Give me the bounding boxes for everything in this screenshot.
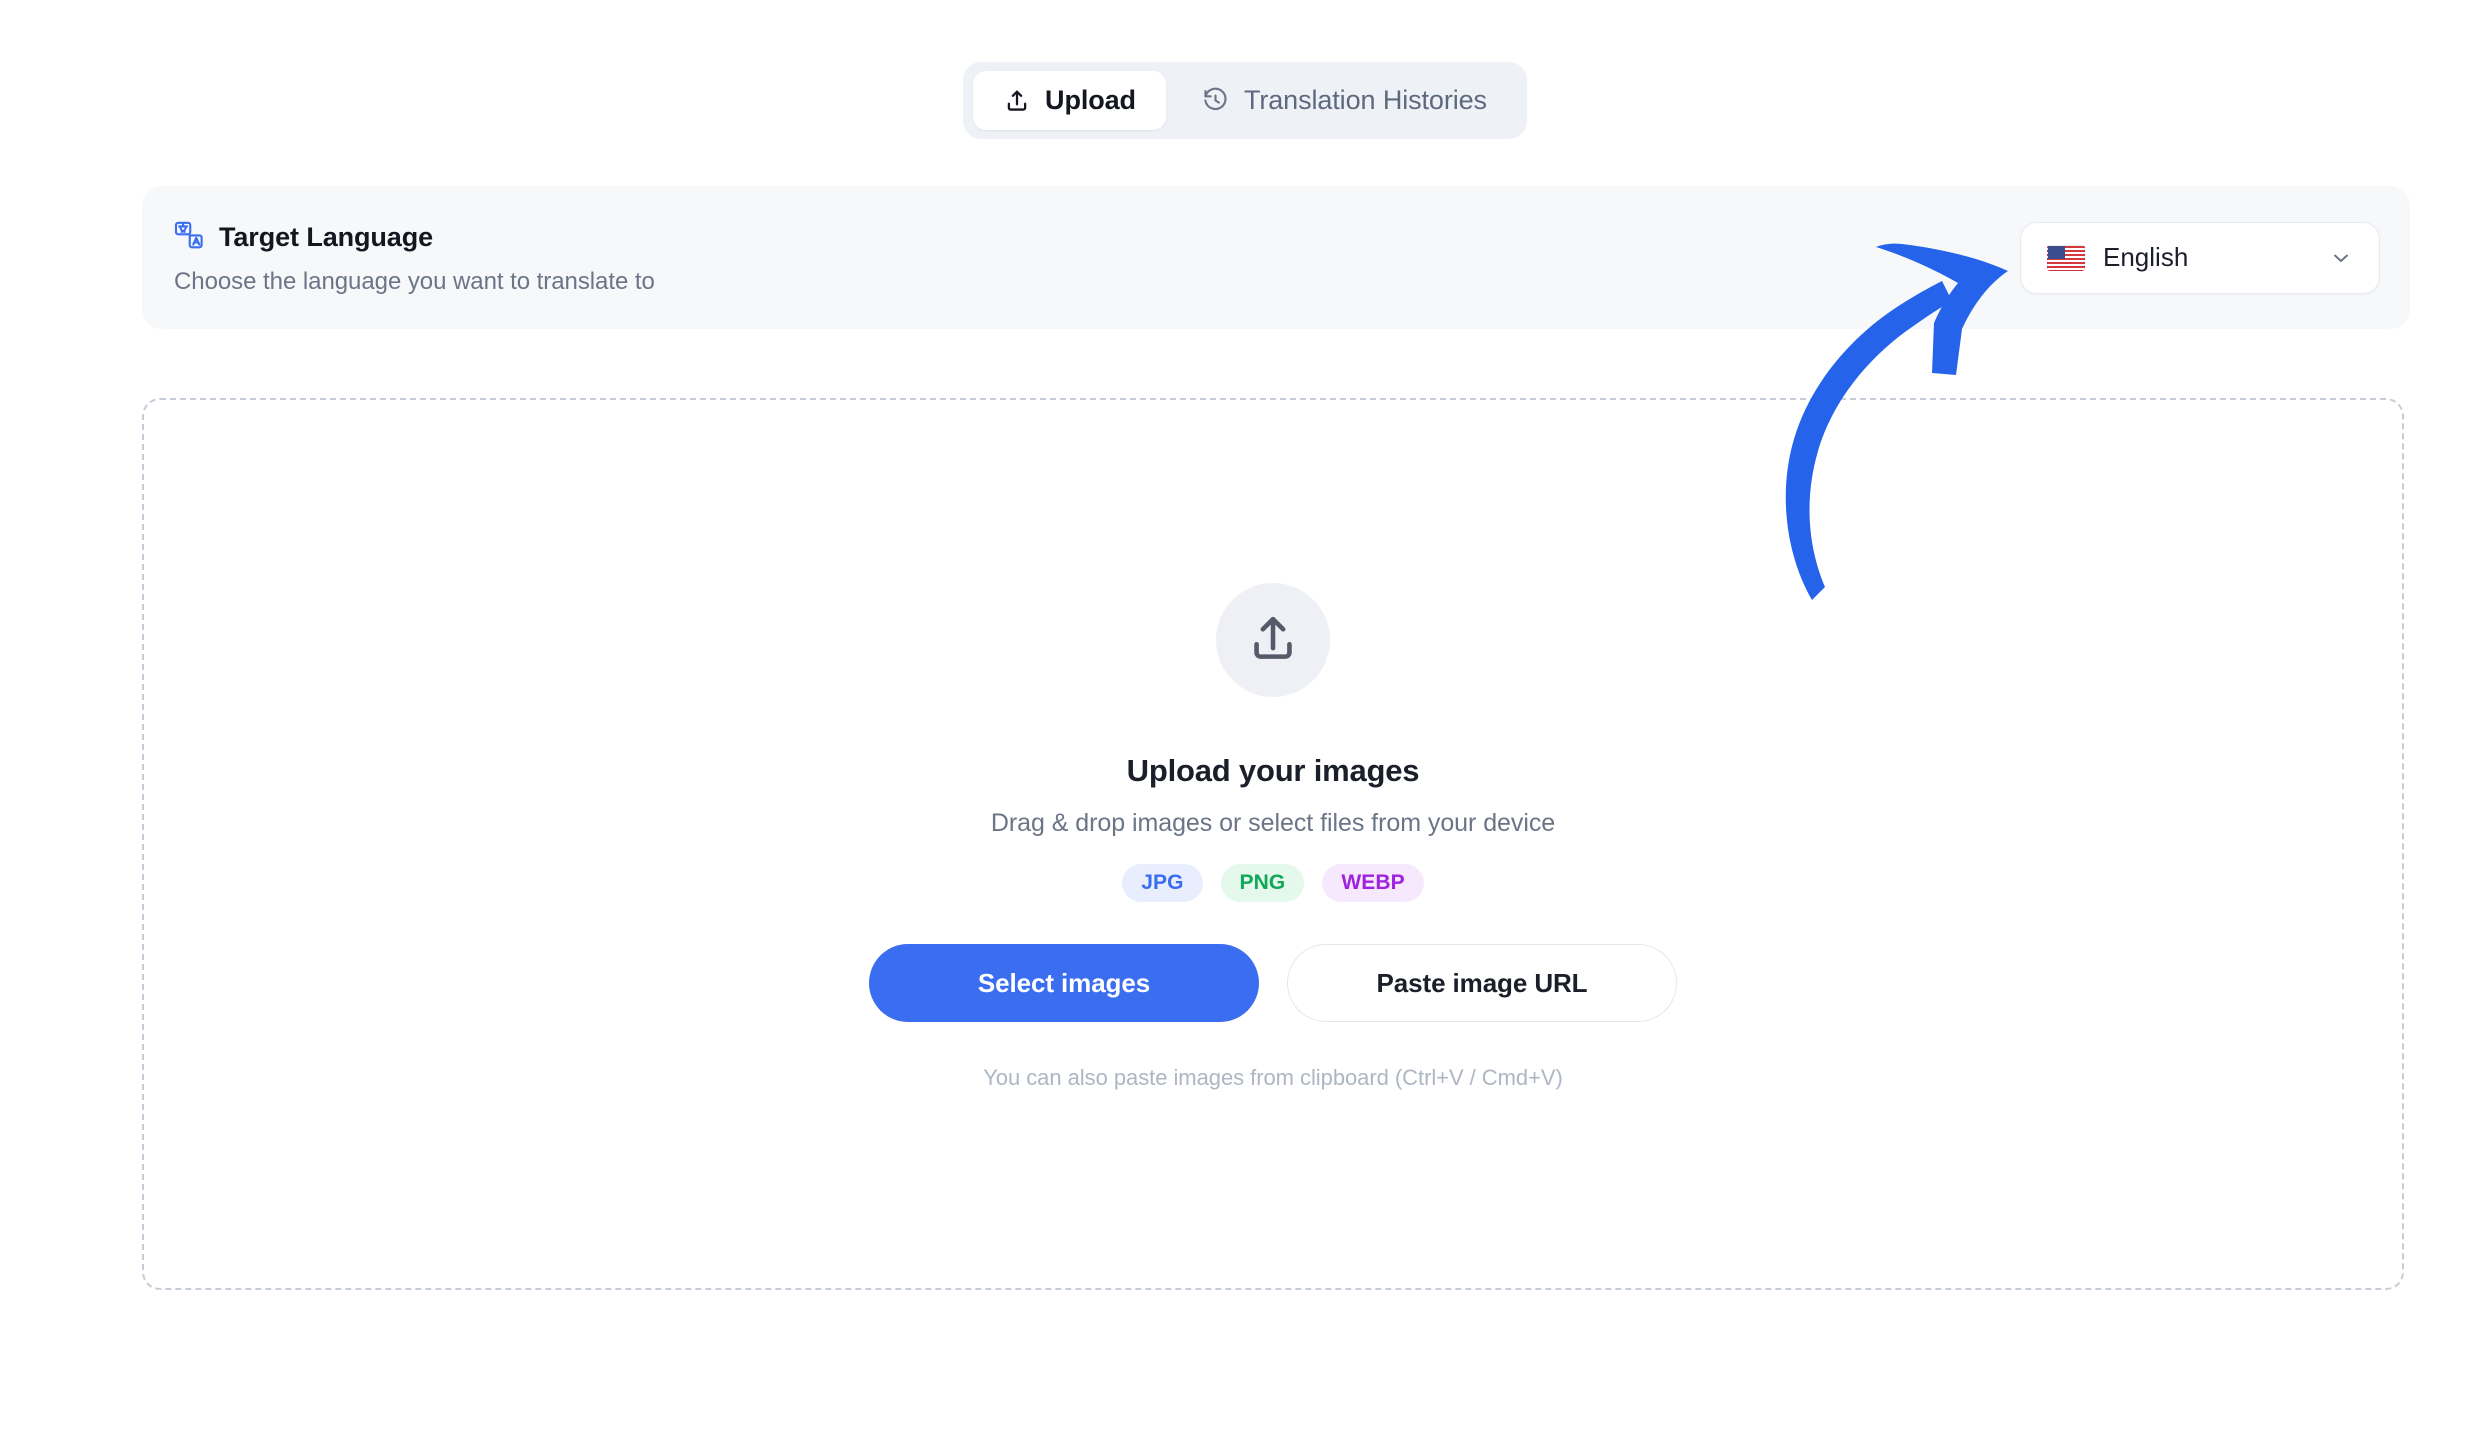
us-flag-icon bbox=[2047, 244, 2085, 271]
target-language-subtitle: Choose the language you want to translat… bbox=[174, 267, 655, 295]
format-badge-jpg: JPG bbox=[1122, 864, 1203, 902]
target-language-title-row: Target Language bbox=[174, 220, 655, 255]
upload-arrow-icon-circle bbox=[1216, 583, 1330, 697]
tab-upload[interactable]: Upload bbox=[973, 71, 1166, 130]
select-images-button[interactable]: Select images bbox=[869, 944, 1259, 1022]
dropzone-title: Upload your images bbox=[1126, 753, 1420, 788]
tab-upload-label: Upload bbox=[1045, 85, 1136, 115]
upload-icon bbox=[1003, 87, 1031, 115]
dropzone-actions: Select images Paste image URL bbox=[869, 944, 1677, 1022]
language-select[interactable]: English bbox=[2020, 221, 2380, 294]
language-select-value: English bbox=[2103, 242, 2189, 272]
target-language-card: Target Language Choose the language you … bbox=[142, 186, 2410, 329]
tab-translation-histories-label: Translation Histories bbox=[1243, 85, 1487, 115]
translate-icon bbox=[174, 220, 204, 255]
paste-image-url-button[interactable]: Paste image URL bbox=[1287, 944, 1677, 1022]
target-language-title: Target Language bbox=[219, 221, 434, 252]
image-dropzone[interactable]: Upload your images Drag & drop images or… bbox=[142, 398, 2404, 1290]
history-clock-icon bbox=[1202, 87, 1230, 115]
target-language-info: Target Language Choose the language you … bbox=[174, 220, 655, 296]
tab-translation-histories[interactable]: Translation Histories bbox=[1172, 71, 1517, 130]
format-badge-png: PNG bbox=[1220, 864, 1305, 902]
supported-formats: JPG PNG WEBP bbox=[1122, 864, 1424, 902]
dropzone-hint: You can also paste images from clipboard… bbox=[983, 1065, 1563, 1090]
tabbar-container: Upload Translation Histories bbox=[0, 62, 2490, 139]
tabbar: Upload Translation Histories bbox=[963, 62, 1527, 139]
dropzone-subtitle: Drag & drop images or select files from … bbox=[990, 809, 1556, 837]
upload-arrow-icon bbox=[1244, 609, 1302, 672]
format-badge-webp: WEBP bbox=[1322, 864, 1424, 902]
chevron-down-icon bbox=[2329, 246, 2353, 270]
